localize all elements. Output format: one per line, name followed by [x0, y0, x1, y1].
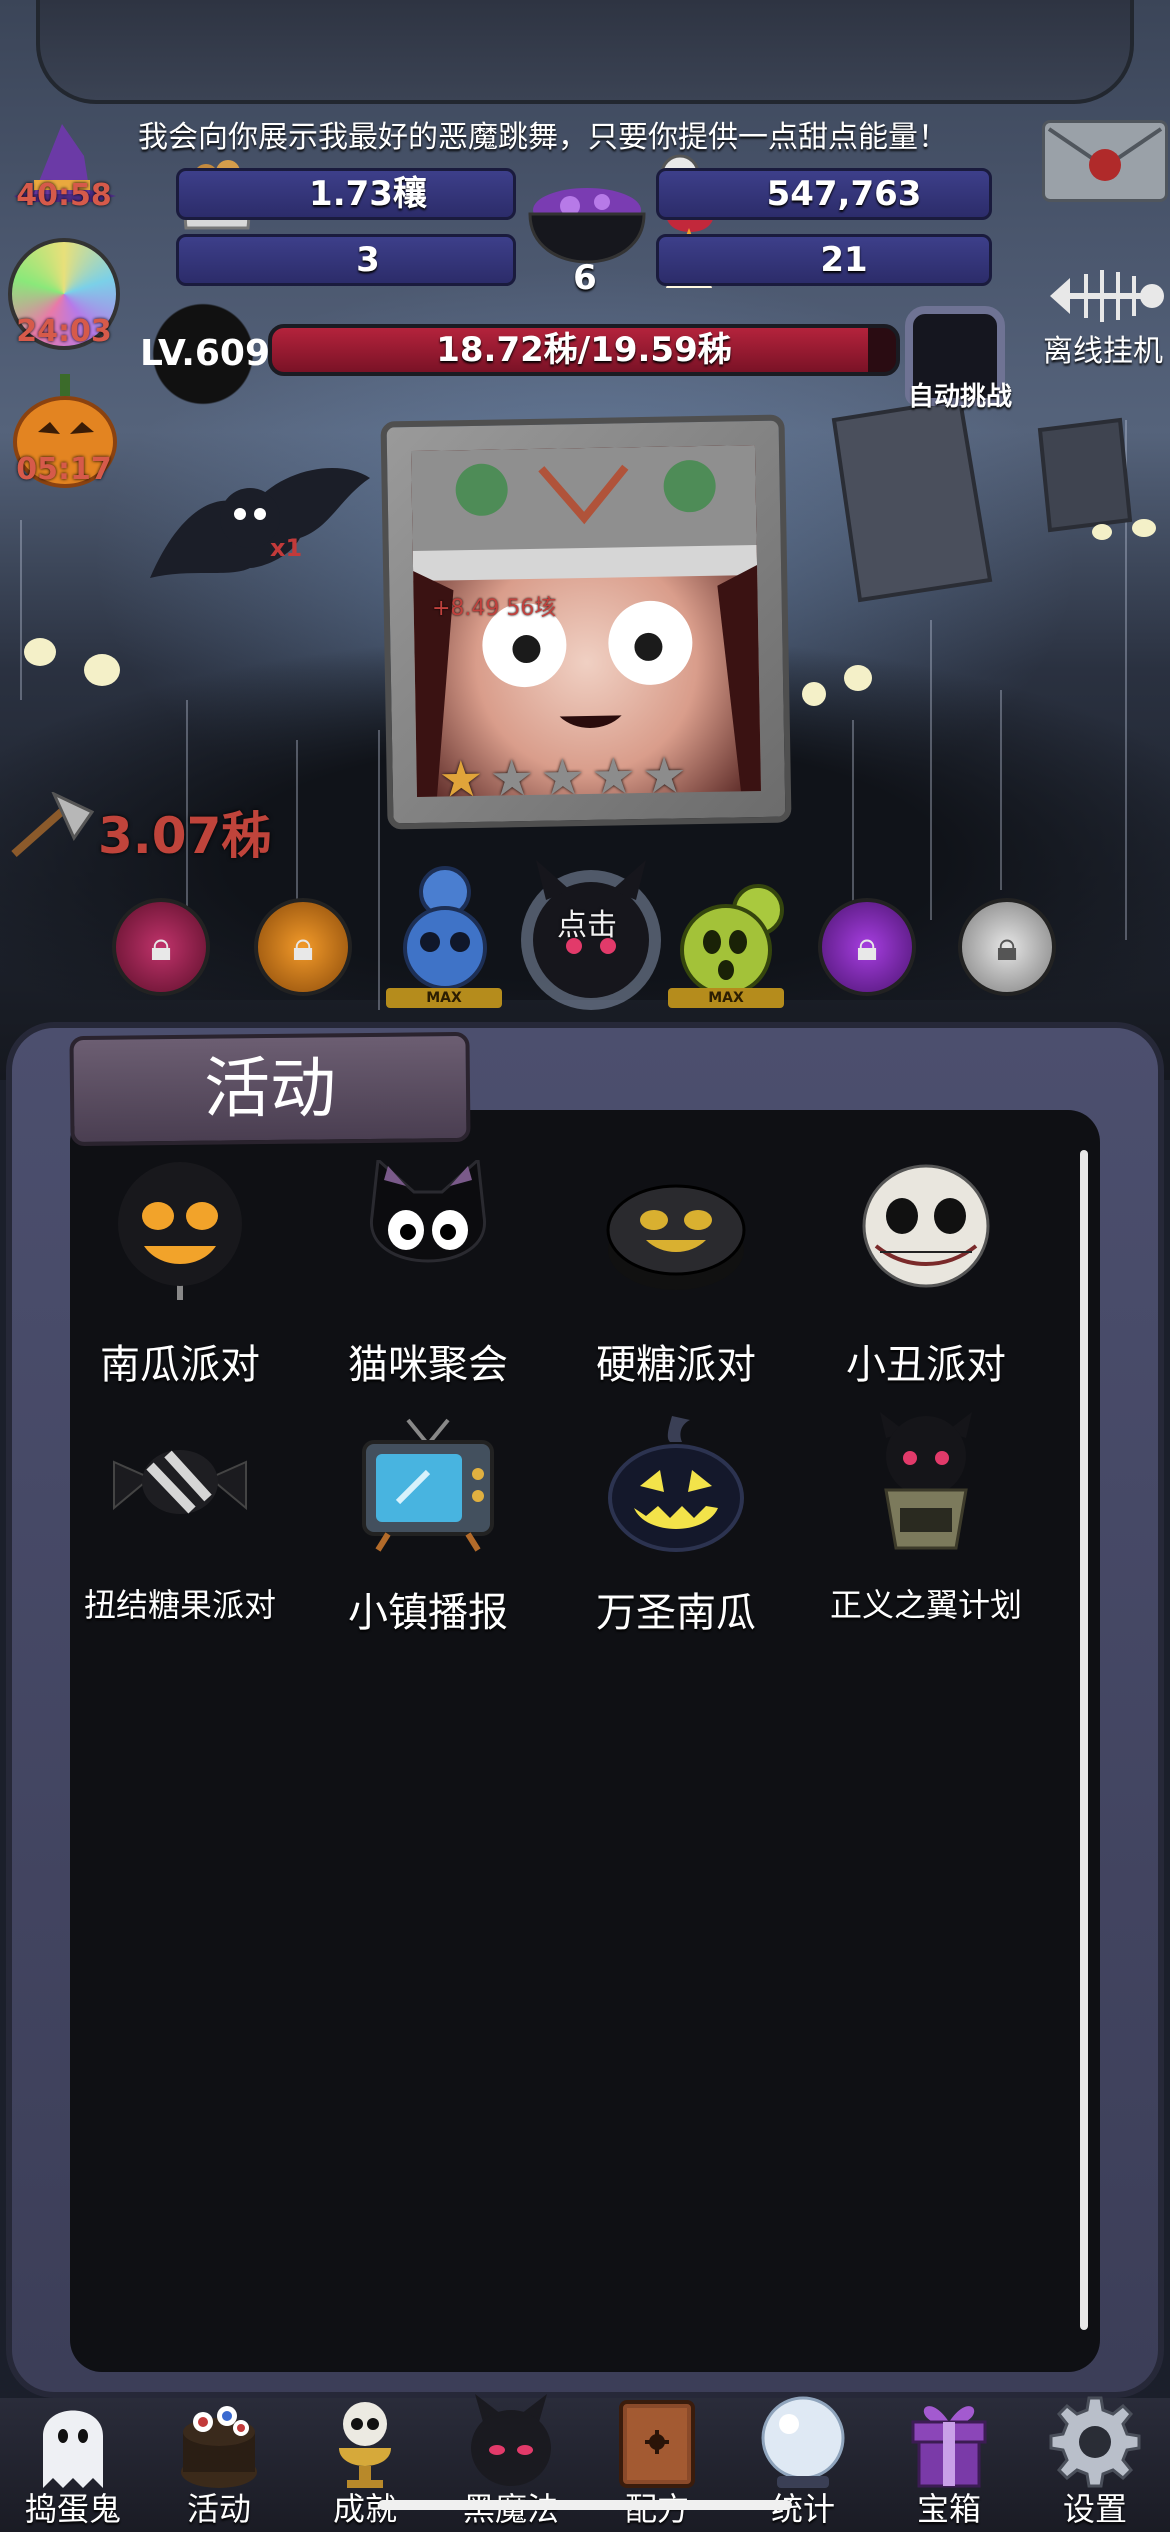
activity-cat-gathering[interactable]: 猫咪聚会: [318, 1160, 538, 1390]
activity-label: 小镇播报: [348, 1590, 508, 1636]
lollipop-timer: 24:03: [16, 314, 112, 349]
tv-icon: [362, 1418, 494, 1552]
activity-wings-of-justice[interactable]: 正义之翼计划: [816, 1412, 1036, 1642]
damage-per-second: 3.07秭: [98, 807, 272, 865]
star-icon: ★: [489, 748, 535, 797]
boss-portrait-frame[interactable]: ★ ★ ★ ★ ★: [380, 414, 792, 830]
nav-label: 活动: [186, 2490, 251, 2528]
green-ghost-monster[interactable]: [670, 880, 794, 1000]
activity-scrollbar[interactable]: [1080, 1150, 1088, 2330]
offline-idle-label[interactable]: 离线挂机: [1036, 326, 1170, 370]
xp-bar: 18.72秭/19.59秭: [268, 324, 900, 376]
activity-label: 万圣南瓜: [596, 1590, 756, 1636]
nav-settings[interactable]: 设置: [1022, 2392, 1168, 2532]
cauldron-counter: 6: [573, 258, 597, 298]
lock-icon: 🔒︎: [292, 924, 314, 970]
candy-wrap-counter: 3: [176, 234, 516, 286]
panel-title: 活动: [204, 1050, 336, 1127]
star-icon: ★: [641, 746, 688, 797]
max-tag: MAX: [386, 988, 502, 1008]
pumpkin-timer: 05:17: [16, 452, 112, 487]
skull-trophy-icon: [339, 2402, 391, 2488]
lock-icon: 🔒︎: [150, 924, 172, 970]
crystal-ball-icon: [761, 2396, 845, 2488]
demon-speech: 我会向你展示我最好的恶魔跳舞，只要你提供一点甜点能量！: [138, 120, 948, 155]
gear-icon: [1049, 2396, 1141, 2488]
nav-label: 设置: [1062, 2490, 1127, 2528]
damage-popup: +8.49 56垓: [432, 596, 557, 621]
cookies-counter: 1.73穰: [176, 168, 516, 220]
activity-label: 南瓜派对: [100, 1342, 260, 1388]
activity-pumpkin-party[interactable]: 南瓜派对: [70, 1160, 290, 1390]
fish-skeleton-icon[interactable]: [1040, 260, 1168, 330]
mail-button[interactable]: [1042, 120, 1168, 202]
star-icon: ★: [539, 748, 586, 797]
nav-label: 宝箱: [916, 2490, 981, 2528]
witch-hat-timer: 40:58: [16, 178, 112, 213]
locked-slot-orange[interactable]: 🔒︎: [254, 898, 352, 996]
max-tag-green: MAX: [668, 988, 784, 1008]
spellbook-icon: [619, 2400, 695, 2488]
nav-activities[interactable]: 活动: [146, 2392, 292, 2532]
lock-icon: 🔒︎: [996, 924, 1018, 970]
gift-box-icon: [911, 2406, 987, 2488]
nav-label: 捣蛋鬼: [24, 2490, 121, 2528]
lock-icon: 🔒︎: [856, 924, 878, 970]
nav-black-magic[interactable]: 黑魔法: [438, 2392, 584, 2532]
star-rating: ★ ★ ★ ★ ★: [438, 746, 687, 797]
activity-label: 小丑派对: [846, 1342, 1006, 1388]
wrapped-candy-icon: [113, 1450, 247, 1514]
skull-clown-icon: [862, 1164, 990, 1288]
pumpkin-icon: [608, 1416, 744, 1552]
envelope-icon: [1047, 127, 1163, 181]
bat-icon[interactable]: x1: [140, 448, 380, 598]
locked-slot-pink[interactable]: 🔒︎: [112, 898, 210, 996]
locked-slot-purple[interactable]: 🔒︎: [818, 898, 916, 996]
hard-candy-icon: [606, 1184, 746, 1290]
black-cat-icon: [370, 1160, 486, 1263]
demon-head-icon: [471, 2394, 551, 2486]
tap-hint: 点击: [557, 908, 617, 943]
nav-tricksters[interactable]: 捣蛋鬼: [0, 2392, 146, 2532]
nav-achievements[interactable]: 成就: [292, 2392, 438, 2532]
xp-text: 18.72秭/19.59秭: [436, 330, 732, 370]
candy-corn-counter: 21: [656, 234, 992, 286]
activity-town-broadcast[interactable]: 小镇播报: [318, 1412, 538, 1642]
potion-counter: 547,763: [656, 168, 992, 220]
auto-challenge-label: 自动挑战: [907, 382, 1012, 412]
activity-halloween-pumpkin[interactable]: 万圣南瓜: [566, 1412, 786, 1642]
eyeball-cake-icon: [181, 2406, 257, 2488]
activity-label: 扭结糖果派对: [83, 1586, 276, 1624]
activity-hard-candy-party[interactable]: 硬糖派对: [566, 1160, 786, 1390]
winged-demon-icon: [880, 1412, 972, 1550]
blue-skull-monster[interactable]: [390, 862, 500, 992]
axe-icon: [11, 792, 94, 857]
nav-statistics[interactable]: 统计: [730, 2392, 876, 2532]
nav-treasure-chest[interactable]: 宝箱: [876, 2392, 1022, 2532]
activity-label: 正义之翼计划: [829, 1586, 1022, 1624]
star-icon: ★: [438, 749, 485, 797]
glowing-eyes-right: [802, 665, 872, 706]
top-frame: [36, 0, 1134, 104]
ghost-icon: [43, 2410, 103, 2488]
jack-o-lantern-lollipop-icon: [118, 1162, 242, 1300]
svg-text:x1: x1: [270, 534, 302, 562]
star-icon: ★: [590, 747, 637, 797]
glowing-eyes-far: [1092, 519, 1156, 540]
glowing-eyes: [24, 638, 120, 686]
activity-label: 硬糖派对: [596, 1342, 756, 1388]
home-indicator[interactable]: [378, 2500, 792, 2510]
activity-clown-party[interactable]: 小丑派对: [816, 1160, 1036, 1390]
level-badge: LV.609: [140, 302, 270, 406]
activity-label: 猫咪聚会: [348, 1342, 508, 1388]
activity-twist-candy-party[interactable]: 扭结糖果派对: [70, 1412, 290, 1642]
locked-slot-silver[interactable]: 🔒︎: [958, 898, 1056, 996]
nav-recipes[interactable]: 配方: [584, 2392, 730, 2532]
